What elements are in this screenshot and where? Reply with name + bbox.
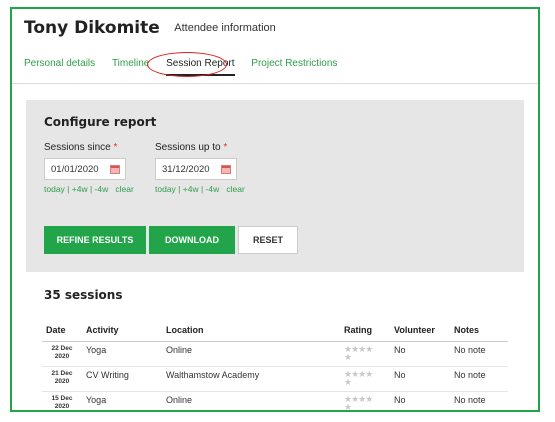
row-date: 22 Dec 2020 [42,341,82,367]
table-header-row: Date Activity Location Rating Volunteer … [42,320,508,342]
row-notes: No note [450,391,508,410]
col-rating[interactable]: Rating [340,320,390,342]
row-volunteer: No [390,341,450,367]
upto-clear-link[interactable]: clear [226,184,244,194]
row-activity: CV Writing [82,366,162,392]
tab-personal-details[interactable]: Personal details [24,58,95,69]
row-notes: No note [450,366,508,392]
row-volunteer: No [390,391,450,410]
rating-stars-icon[interactable]: ★★★★ ★ [340,341,390,367]
upto-plus4w-link[interactable]: +4w [183,184,199,194]
row-date: 15 Dec 2020 [42,391,82,410]
upto-quick-links: today | +4w | -4w clear [155,184,245,194]
tab-project-restrictions[interactable]: Project Restrictions [251,58,337,69]
row-notes: No note [450,341,508,367]
sessions-since-field: Sessions since * 01/01/2020 today | +4w … [44,142,134,194]
sessions-since-input[interactable]: 01/01/2020 [44,158,126,180]
table-row[interactable]: 22 Dec 2020 Yoga Online ★★★★ ★ No No note [42,341,508,367]
col-date[interactable]: Date [42,320,82,342]
calendar-icon[interactable] [110,165,120,174]
table-row[interactable]: 21 Dec 2020 CV Writing Walthamstow Academ… [42,366,508,392]
refine-results-button[interactable]: REFINE RESULTS [44,226,146,254]
sessions-upto-input[interactable]: 31/12/2020 [155,158,237,180]
row-location: Online [162,391,340,410]
row-activity: Yoga [82,391,162,410]
since-plus4w-link[interactable]: +4w [72,184,88,194]
results-panel: 35 sessions Date Activity Location Ratin… [26,272,524,410]
reset-button[interactable]: RESET [238,226,298,254]
page-header: Tony Dikomite Attendee information [24,18,276,38]
sessions-since-value: 01/01/2020 [51,164,99,175]
calendar-icon[interactable] [221,165,231,174]
upto-minus4w-link[interactable]: -4w [206,184,220,194]
sessions-upto-label: Sessions up to [155,142,221,153]
tab-bar: Personal details Timeline Session Report… [24,58,351,76]
download-button[interactable]: DOWNLOAD [149,226,235,254]
row-activity: Yoga [82,341,162,367]
required-marker: * [113,142,118,153]
table-row[interactable]: 15 Dec 2020 Yoga Online ★★★★ ★ No No note [42,391,508,410]
sessions-upto-field: Sessions up to * 31/12/2020 today | +4w … [155,142,245,194]
row-volunteer: No [390,366,450,392]
upto-today-link[interactable]: today [155,184,176,194]
col-notes[interactable]: Notes [450,320,508,342]
col-location[interactable]: Location [162,320,340,342]
page-subtitle: Attendee information [174,22,276,34]
sessions-since-label: Sessions since [44,142,111,153]
page-frame: Tony Dikomite Attendee information Perso… [10,7,540,412]
required-marker: * [223,142,228,153]
tab-session-report[interactable]: Session Report [166,58,235,76]
rating-stars-icon[interactable]: ★★★★ ★ [340,391,390,410]
session-count: 35 sessions [44,288,123,302]
since-today-link[interactable]: today [44,184,65,194]
row-location: Walthamstow Academy [162,366,340,392]
attendee-name: Tony Dikomite [24,18,160,38]
tab-timeline[interactable]: Timeline [112,58,149,69]
sessions-upto-value: 31/12/2020 [162,164,210,175]
since-minus4w-link[interactable]: -4w [95,184,109,194]
col-activity[interactable]: Activity [82,320,162,342]
configure-title: Configure report [44,115,157,129]
since-quick-links: today | +4w | -4w clear [44,184,134,194]
configure-report-panel: Configure report Sessions since * 01/01/… [26,100,524,272]
rating-stars-icon[interactable]: ★★★★ ★ [340,366,390,392]
row-location: Online [162,341,340,367]
col-volunteer[interactable]: Volunteer [390,320,450,342]
tab-divider [12,83,538,84]
row-date: 21 Dec 2020 [42,366,82,392]
since-clear-link[interactable]: clear [115,184,133,194]
sessions-table: Date Activity Location Rating Volunteer … [42,320,508,410]
